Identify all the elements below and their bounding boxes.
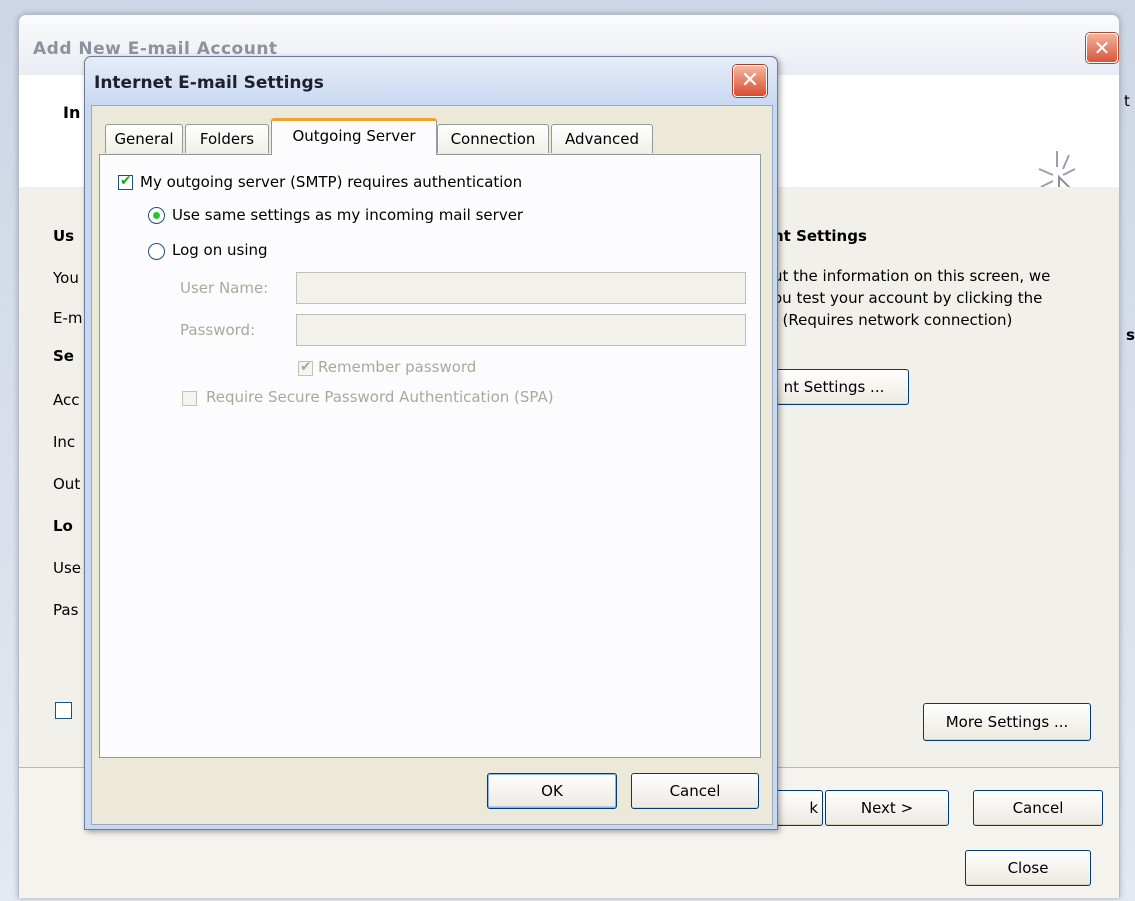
- tab-folders-label: Folders: [199, 130, 255, 148]
- ok-button[interactable]: OK: [487, 773, 617, 809]
- password-field[interactable]: [296, 314, 746, 346]
- smtp-auth-checkbox[interactable]: ✔: [118, 173, 133, 190]
- close-button[interactable]: Close: [965, 850, 1091, 886]
- dialog-title: Internet E-mail Settings: [94, 73, 324, 93]
- dialog-cancel-button[interactable]: Cancel: [631, 773, 759, 809]
- tab-folders[interactable]: Folders: [185, 124, 269, 153]
- edge-fragment-t: t: [1124, 92, 1130, 110]
- remember-checkbox[interactable]: [55, 702, 72, 719]
- password-label: Pas: [53, 601, 79, 619]
- internet-email-settings-dialog: Internet E-mail Settings ✕ General Folde…: [84, 56, 778, 830]
- edge-fragment-s: s: [1126, 326, 1135, 344]
- dialog-close-button[interactable]: ✕: [733, 65, 767, 97]
- check-icon: ✔: [300, 359, 312, 375]
- email-label: E-m: [53, 309, 83, 327]
- remember-password-checkbox[interactable]: ✔: [298, 359, 313, 376]
- add-account-close-button[interactable]: ✕: [1086, 33, 1118, 63]
- your-name-label: You: [53, 269, 79, 287]
- close-icon: ✕: [1093, 36, 1111, 60]
- use-same-settings-radio[interactable]: [148, 207, 165, 224]
- smtp-auth-label: My outgoing server (SMTP) requires authe…: [140, 173, 523, 191]
- use-same-settings-label: Use same settings as my incoming mail se…: [172, 206, 524, 224]
- log-on-using-radio[interactable]: [148, 243, 165, 260]
- tab-advanced[interactable]: Advanced: [551, 124, 653, 153]
- test-settings-text-line-2: ou test your account by clicking the: [773, 289, 1043, 307]
- incoming-server-label: Inc: [53, 433, 76, 451]
- tab-general[interactable]: General: [105, 124, 183, 153]
- password-label: Password:: [180, 321, 256, 339]
- log-on-using-label: Log on using: [172, 241, 268, 259]
- user-name-field[interactable]: [296, 272, 746, 304]
- check-icon: ✔: [120, 173, 132, 189]
- spa-checkbox[interactable]: [182, 391, 197, 406]
- outgoing-server-panel: ✔ My outgoing server (SMTP) requires aut…: [99, 154, 761, 758]
- tab-advanced-label: Advanced: [564, 130, 640, 148]
- tab-outgoing-server-label: Outgoing Server: [292, 127, 416, 145]
- tab-connection[interactable]: Connection: [437, 124, 549, 153]
- tab-connection-label: Connection: [450, 130, 536, 148]
- test-account-settings-button[interactable]: nt Settings ...: [759, 369, 909, 405]
- dialog-titlebar: Internet E-mail Settings ✕: [85, 57, 777, 105]
- test-settings-heading: nt Settings: [773, 227, 867, 245]
- outgoing-server-label: Out: [53, 475, 81, 493]
- radio-dot-icon: [153, 212, 160, 219]
- section-user-info-heading: Us: [53, 227, 75, 245]
- server-info-heading: Se: [53, 347, 74, 365]
- account-type-label: Acc: [53, 391, 80, 409]
- logon-info-heading: Lo: [53, 517, 73, 535]
- remember-password-label: Remember password: [318, 358, 477, 376]
- header-title: In: [63, 103, 81, 122]
- more-settings-button[interactable]: More Settings ...: [923, 703, 1091, 741]
- next-button[interactable]: Next >: [825, 790, 949, 826]
- tab-general-label: General: [114, 130, 174, 148]
- close-icon: ✕: [740, 68, 760, 93]
- spa-label: Require Secure Password Authentication (…: [206, 388, 554, 406]
- tab-outgoing-server[interactable]: Outgoing Server: [271, 118, 437, 155]
- test-settings-text-line-3: . (Requires network connection): [773, 311, 1013, 329]
- user-name-label: User Name:: [180, 279, 269, 297]
- test-settings-text-line-1: ut the information on this screen, we: [773, 267, 1051, 285]
- user-name-label: Use: [53, 559, 82, 577]
- cancel-button[interactable]: Cancel: [973, 790, 1103, 826]
